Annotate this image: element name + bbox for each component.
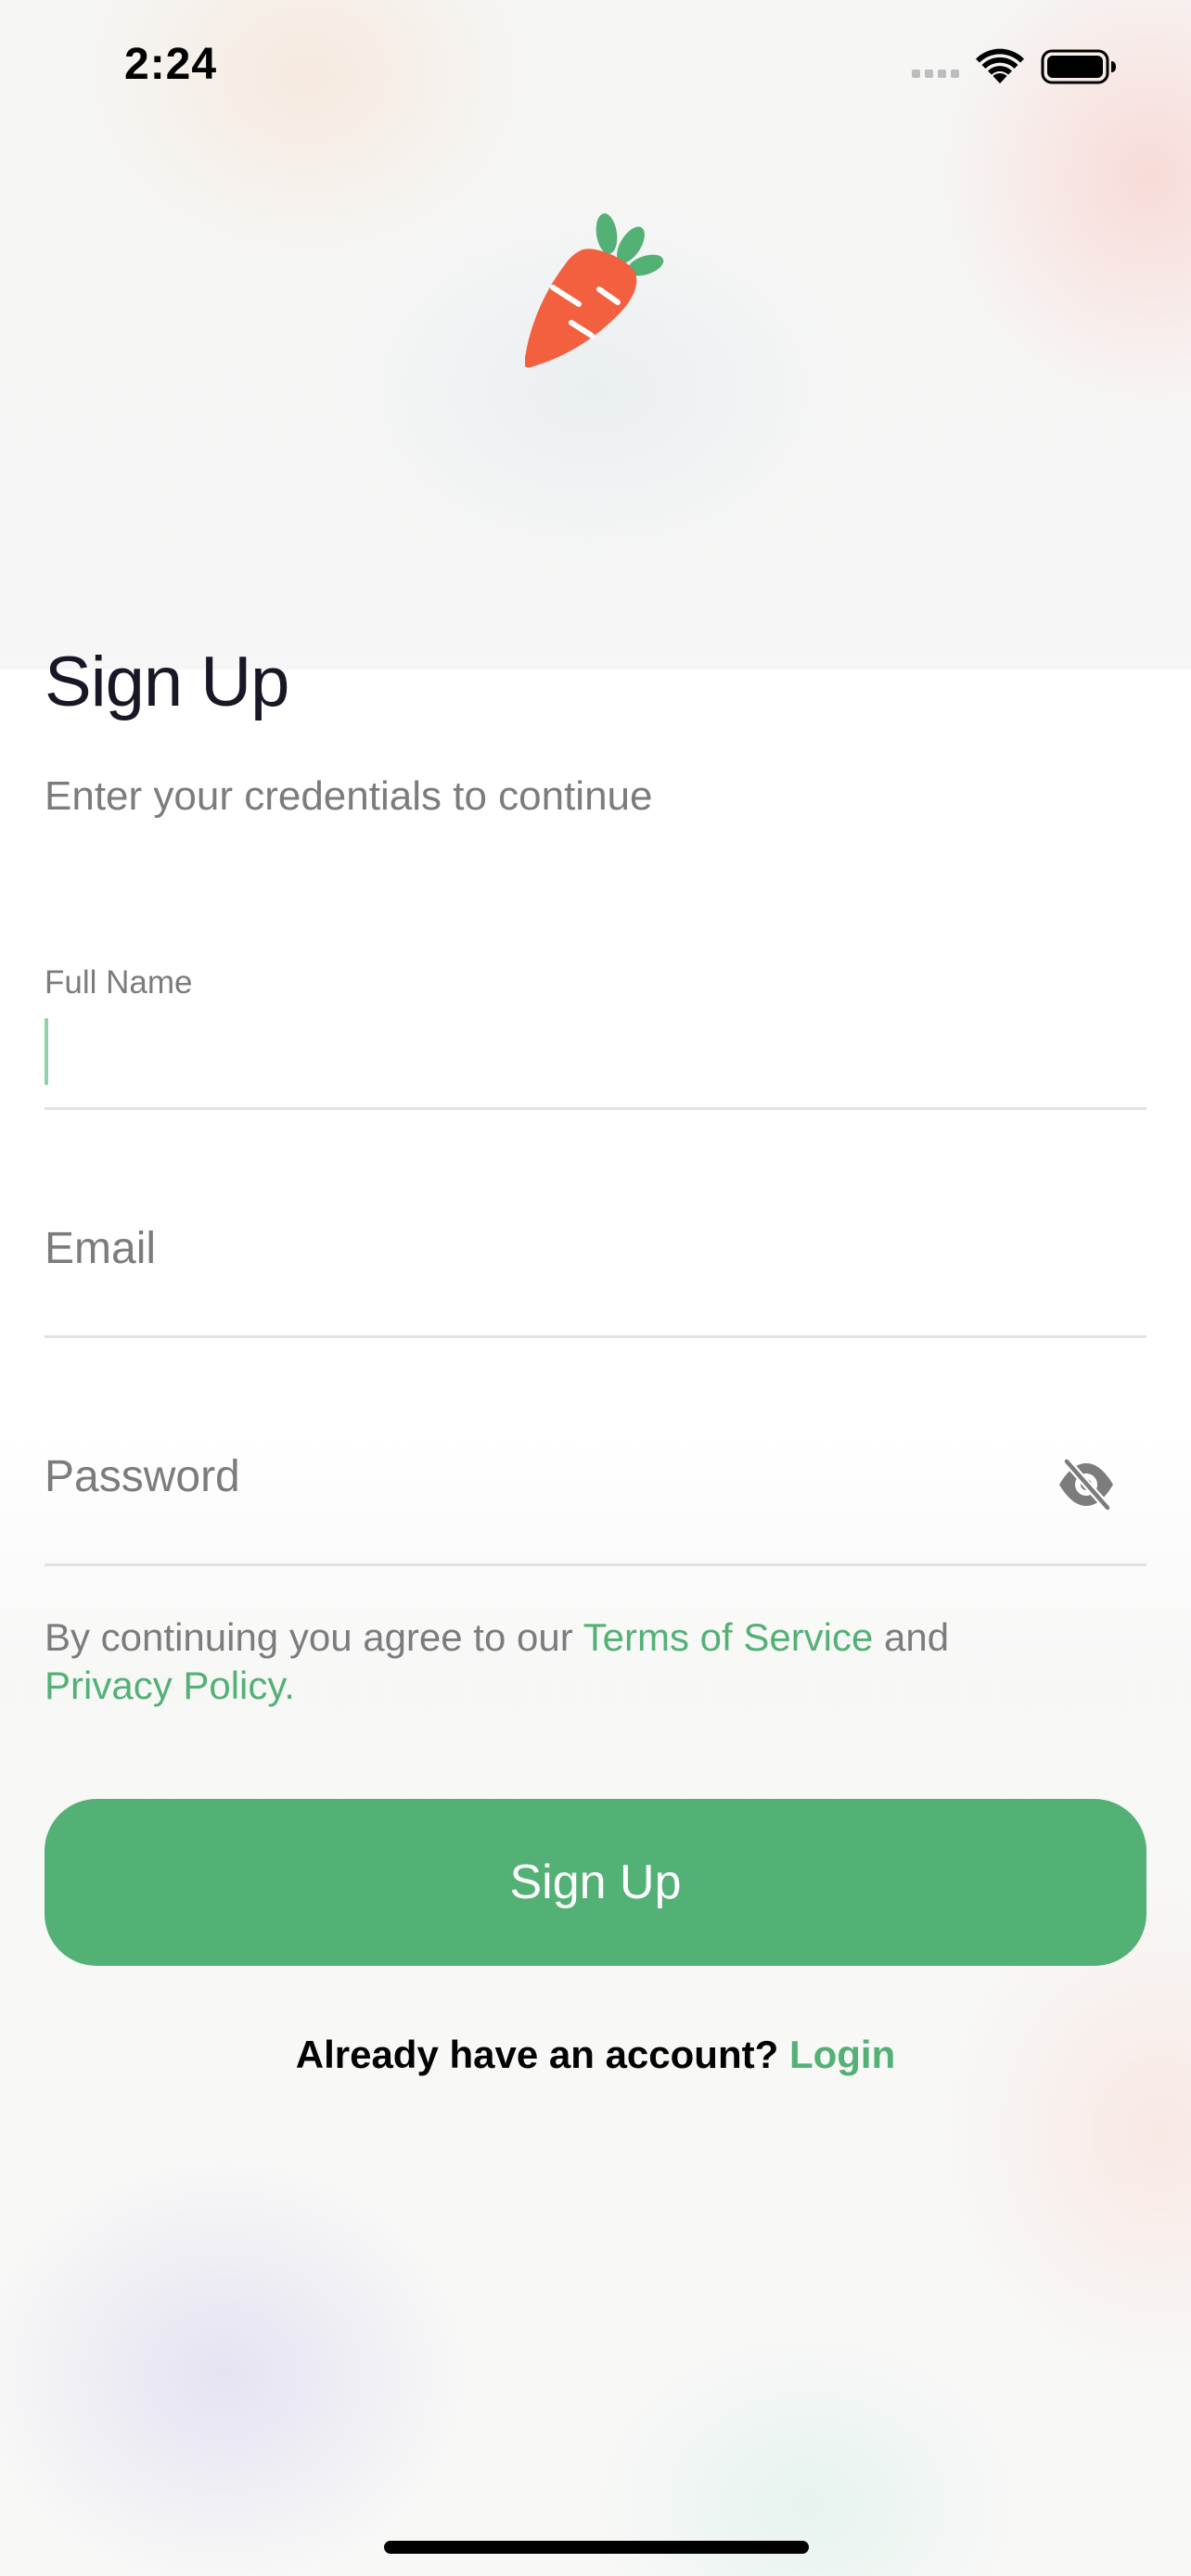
password-input[interactable]	[45, 1439, 1018, 1513]
email-input[interactable]	[45, 1211, 1018, 1285]
terms-text: By continuing you agree to our Terms of …	[45, 1613, 1146, 1710]
home-indicator	[384, 2541, 809, 2554]
login-prompt-text: Already have an account?	[295, 2033, 789, 2076]
email-underline	[45, 1335, 1146, 1338]
full-name-underline	[45, 1107, 1146, 1110]
wifi-icon	[976, 48, 1024, 83]
page-title: Sign Up	[45, 643, 289, 721]
privacy-policy-link[interactable]: Privacy Policy.	[45, 1664, 295, 1707]
password-field	[45, 1439, 1146, 1569]
eye-off-icon[interactable]	[1056, 1454, 1117, 1515]
terms-prefix: By continuing you agree to our	[45, 1615, 583, 1659]
sign-up-button[interactable]: Sign Up	[45, 1799, 1146, 1966]
email-field	[45, 1211, 1146, 1341]
signal-icon	[912, 69, 959, 78]
login-link[interactable]: Login	[789, 2033, 895, 2076]
page-subtitle: Enter your credentials to continue	[45, 773, 653, 819]
terms-middle: and	[873, 1615, 950, 1659]
battery-icon	[1041, 49, 1116, 84]
full-name-input[interactable]	[54, 1009, 1093, 1092]
text-cursor	[45, 1018, 48, 1085]
login-prompt: Already have an account? Login	[0, 2033, 1191, 2077]
status-time: 2:24	[124, 40, 218, 89]
status-icons	[912, 48, 1117, 85]
password-underline	[45, 1563, 1146, 1566]
full-name-field: Full Name	[45, 964, 1146, 1113]
full-name-label: Full Name	[45, 964, 193, 1001]
terms-of-service-link[interactable]: Terms of Service	[583, 1615, 874, 1659]
carrot-logo-icon	[525, 213, 664, 368]
